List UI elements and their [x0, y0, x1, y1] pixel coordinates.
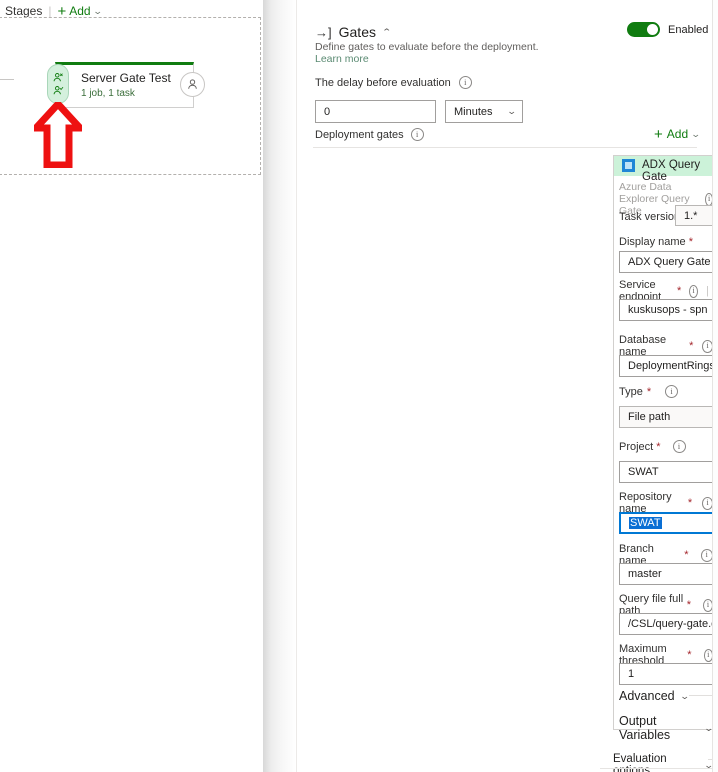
type-label-group: Type * i: [619, 385, 678, 398]
database-name-dropdown[interactable]: DeploymentRings ⌄: [619, 355, 718, 377]
repository-name-dropdown[interactable]: SWAT ⌄: [619, 512, 718, 534]
required-marker: *: [656, 441, 660, 453]
branch-name-value: master: [628, 568, 662, 580]
project-value: SWAT: [628, 466, 659, 478]
adx-task-icon: [622, 159, 635, 172]
required-marker: *: [689, 236, 693, 248]
repository-name-value: SWAT: [629, 517, 662, 529]
delay-before-evaluation-label-group: The delay before evaluation i: [315, 76, 472, 89]
plus-icon: +: [654, 129, 663, 140]
plus-icon: +: [57, 6, 66, 17]
advanced-label: Advanced: [619, 689, 675, 703]
chevron-up-icon[interactable]: ⌃: [382, 27, 392, 38]
add-stage-label: Add: [69, 4, 90, 18]
type-dropdown[interactable]: File path ⌄: [619, 406, 718, 428]
gates-enabled-toggle[interactable]: [627, 22, 660, 37]
stage-connector-line: [0, 79, 14, 80]
output-variables-section-toggle[interactable]: Output Variables ⌄: [619, 714, 713, 742]
gates-title: Gates: [339, 24, 376, 40]
release-pipeline-screen: Stages | + Add ⌄ Server Gate Test 1 job,…: [0, 0, 718, 772]
evaluation-options-label: Evaluation options: [613, 753, 699, 772]
maximum-threshold-value: 1: [628, 668, 634, 680]
panel-drop-shadow: [263, 0, 296, 772]
service-endpoint-value: kuskusops - spn: [628, 304, 707, 316]
display-name-value: ADX Query Gate: [628, 256, 711, 268]
stage-card-subtitle: 1 job, 1 task: [81, 88, 135, 99]
required-marker: *: [687, 599, 691, 611]
delay-unit-dropdown[interactable]: Minutes ⌄: [445, 100, 523, 123]
gates-panel-content: →] Gates ⌃ Define gates to evaluate befo…: [297, 0, 713, 772]
gates-enabled-toggle-group[interactable]: Enabled: [627, 22, 708, 37]
label-separator: |: [706, 285, 709, 297]
adx-query-gate-title: ADX Query Gate: [642, 159, 713, 183]
task-version-label: Task version: [619, 211, 680, 223]
chevron-down-icon: ⌄: [691, 129, 701, 140]
pipeline-canvas: Stages | + Add ⌄ Server Gate Test 1 job,…: [0, 0, 263, 772]
add-gate-button[interactable]: + Add ⌄: [654, 127, 700, 141]
info-icon[interactable]: i: [665, 385, 678, 398]
project-dropdown[interactable]: SWAT ⌄: [619, 461, 718, 483]
task-version-value: 1.*: [684, 210, 697, 222]
chevron-down-icon: ⌄: [679, 691, 689, 702]
adx-task-icon-inner: [625, 162, 632, 169]
database-name-value: DeploymentRings: [628, 360, 715, 372]
pre-deployment-conditions-icon: [52, 72, 64, 84]
project-label: Project: [619, 441, 653, 453]
info-icon[interactable]: i: [411, 128, 424, 141]
evaluation-options-section-toggle[interactable]: Evaluation options ⌄: [613, 753, 713, 772]
branch-name-input[interactable]: master: [619, 563, 718, 585]
post-deployment-conditions-button[interactable]: [180, 72, 205, 97]
query-file-full-path-input[interactable]: /CSL/query-gate.csl: [619, 613, 718, 635]
type-label: Type: [619, 386, 643, 398]
gates-enabled-label: Enabled: [668, 24, 708, 36]
panel-bottom-divider: [600, 768, 718, 769]
maximum-threshold-input[interactable]: 1: [619, 663, 718, 685]
advanced-section-toggle[interactable]: Advanced ⌄: [619, 689, 688, 703]
delay-before-evaluation-label: The delay before evaluation: [315, 77, 451, 89]
gates-description: Define gates to evaluate before the depl…: [315, 41, 539, 53]
chevron-down-icon: ⌄: [507, 106, 517, 117]
required-marker: *: [689, 340, 693, 352]
gates-section-header[interactable]: →] Gates ⌃: [315, 24, 391, 40]
info-icon[interactable]: i: [673, 440, 686, 453]
delay-value-input[interactable]: 0: [315, 100, 436, 123]
stages-label: Stages: [5, 4, 42, 18]
add-stage-button[interactable]: + Add ⌄: [57, 4, 101, 18]
info-icon[interactable]: i: [689, 285, 698, 298]
post-deployment-conditions-icon: [186, 78, 199, 91]
service-endpoint-dropdown[interactable]: kuskusops - spn ⌄: [619, 299, 718, 321]
gates-icon: →]: [315, 26, 332, 39]
deployment-gates-label: Deployment gates: [315, 129, 404, 141]
required-marker: *: [688, 497, 692, 509]
panel-scroll-track[interactable]: [712, 0, 718, 772]
delay-value-text: 0: [324, 106, 330, 118]
info-icon[interactable]: i: [459, 76, 472, 89]
display-name-label-group: Display name *: [619, 236, 693, 248]
section-divider: [313, 147, 697, 148]
stage-card-title: Server Gate Test: [81, 71, 171, 85]
required-marker: *: [647, 386, 651, 398]
add-gate-label: Add: [667, 127, 688, 141]
toolbar-separator: |: [48, 4, 51, 18]
required-marker: *: [684, 549, 688, 561]
output-variables-label: Output Variables: [619, 714, 699, 742]
red-up-arrow-annotation: [34, 102, 82, 168]
type-value: File path: [628, 411, 670, 423]
display-name-label: Display name: [619, 236, 686, 248]
delay-unit-value: Minutes: [454, 106, 493, 118]
required-marker: *: [687, 649, 691, 661]
pre-deployment-conditions-button[interactable]: [47, 64, 69, 104]
gates-configuration-panel: →] Gates ⌃ Define gates to evaluate befo…: [296, 0, 718, 772]
toggle-knob: [647, 24, 658, 35]
approvals-icon: [52, 85, 64, 97]
gates-learn-more-link[interactable]: Learn more: [315, 53, 369, 65]
display-name-input[interactable]: ADX Query Gate: [619, 251, 718, 273]
required-marker: *: [677, 285, 681, 297]
query-file-full-path-value: /CSL/query-gate.csl: [628, 618, 718, 630]
chevron-down-icon: ⌄: [92, 6, 102, 17]
deployment-gates-label-group: Deployment gates i: [315, 128, 424, 141]
project-label-group: Project * i: [619, 440, 686, 453]
